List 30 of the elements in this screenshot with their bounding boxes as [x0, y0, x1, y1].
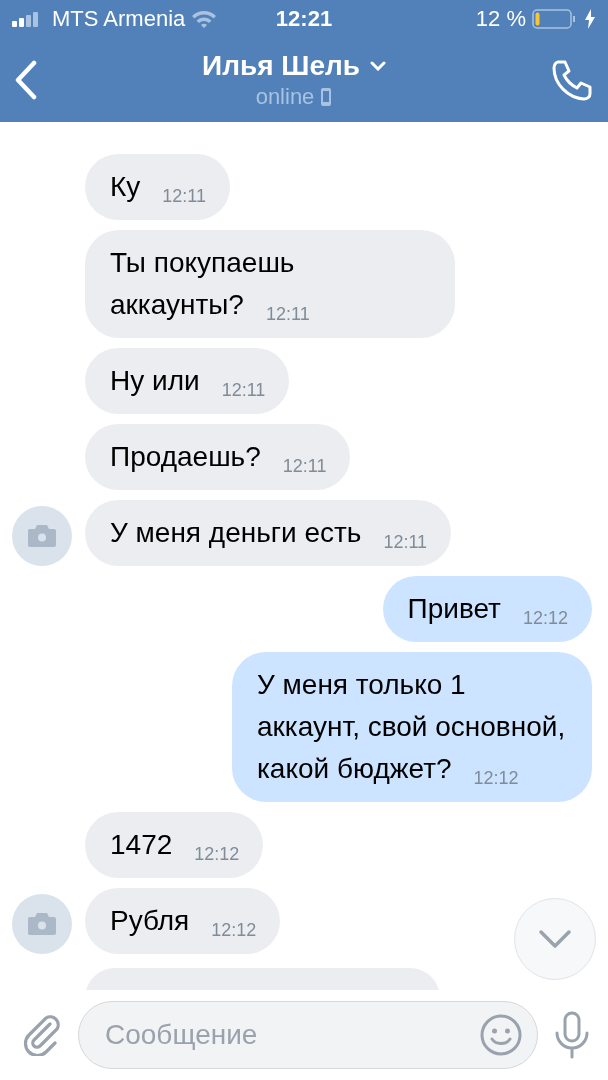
contact-name[interactable]: Илья Шель	[202, 50, 360, 82]
online-status: online	[255, 84, 315, 110]
clock-time: 12:21	[275, 6, 333, 31]
incoming-message: Продаешь? 12:11	[85, 424, 351, 490]
smiley-icon[interactable]	[479, 1013, 523, 1057]
microphone-icon[interactable]	[554, 1011, 590, 1059]
chevron-down-icon[interactable]	[369, 61, 386, 71]
phone-device-icon	[320, 87, 333, 107]
carrier-name: MTS Armenia	[52, 6, 186, 32]
chevron-down-icon	[538, 929, 572, 949]
incoming-message: Рубля 12:12	[85, 888, 281, 954]
avatar[interactable]	[12, 506, 72, 566]
wifi-icon	[191, 10, 218, 28]
incoming-message: Ку 12:11	[85, 154, 231, 220]
battery-percent: 12 %	[475, 6, 526, 32]
battery-icon	[532, 9, 578, 29]
back-icon[interactable]	[14, 60, 38, 100]
incoming-message: У меня деньги есть 12:11	[85, 500, 452, 566]
incoming-message: 1472 12:12	[85, 812, 264, 878]
camera-icon	[28, 525, 56, 547]
attach-icon[interactable]	[22, 1014, 62, 1056]
incoming-message: Ты покупаешь аккаунты? 12:11	[85, 230, 455, 338]
outgoing-message: У меня только 1 аккаунт, свой основной, какой бюджет? 12:12	[232, 652, 592, 802]
message-input-box[interactable]: Сообщение	[78, 1001, 538, 1069]
incoming-message: Ну или 12:11	[85, 348, 290, 414]
phone-call-icon[interactable]	[550, 58, 594, 102]
camera-icon	[28, 913, 56, 935]
charging-icon	[584, 9, 596, 29]
avatar[interactable]	[12, 894, 72, 954]
outgoing-message: Привет 12:12	[382, 576, 592, 642]
